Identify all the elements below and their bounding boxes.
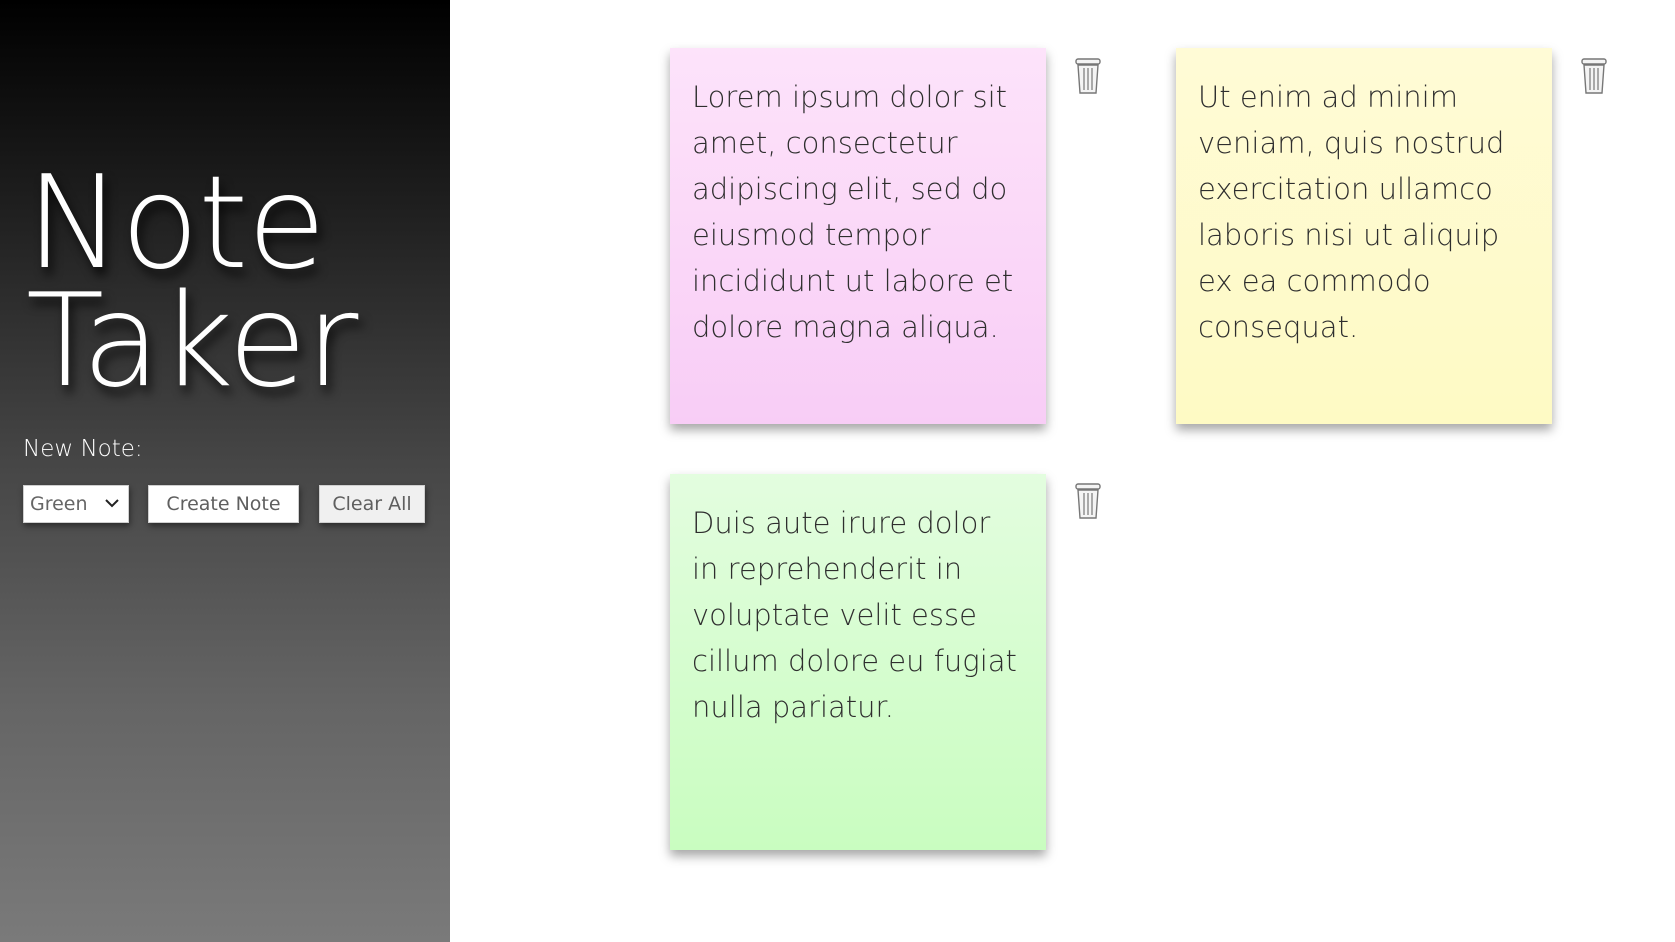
app-title: Note Taker	[26, 149, 358, 416]
app-title-line-2: Taker	[26, 267, 358, 416]
trash-icon[interactable]	[1074, 56, 1102, 96]
create-note-button[interactable]: Create Note	[148, 485, 299, 523]
color-select-value: Green	[30, 493, 88, 515]
clear-all-button[interactable]: Clear All	[319, 485, 425, 523]
chevron-down-icon	[105, 499, 119, 508]
note-card[interactable]: Ut enim ad minim veniam, quis nostrud ex…	[1176, 48, 1552, 424]
note-card[interactable]: Lorem ipsum dolor sit amet, consectetur …	[670, 48, 1046, 424]
color-select[interactable]: Green	[23, 485, 129, 523]
app-title-line-1: Note	[26, 149, 326, 298]
new-note-label: New Note:	[23, 436, 143, 462]
note-card[interactable]: Duis aute irure dolor in reprehenderit i…	[670, 474, 1046, 850]
sidebar: Note Taker New Note: Green Create Note C…	[0, 0, 450, 942]
note-text: Ut enim ad minim veniam, quis nostrud ex…	[1198, 80, 1505, 344]
note-text: Lorem ipsum dolor sit amet, consectetur …	[692, 80, 1014, 344]
note-text: Duis aute irure dolor in reprehenderit i…	[692, 506, 1017, 724]
trash-icon[interactable]	[1074, 481, 1102, 521]
trash-icon[interactable]	[1580, 56, 1608, 96]
